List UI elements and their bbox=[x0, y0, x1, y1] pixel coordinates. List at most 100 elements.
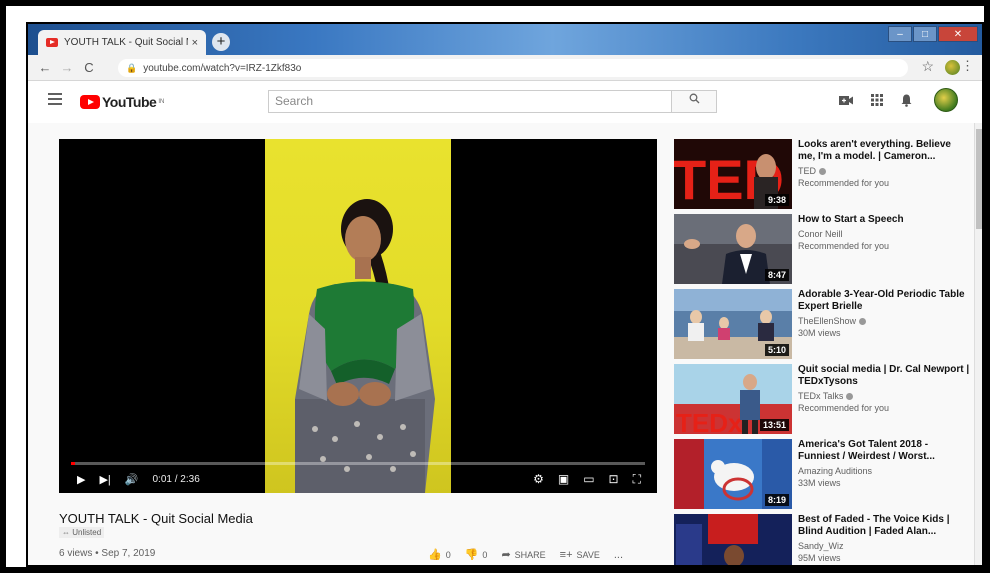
video-frame bbox=[265, 139, 451, 493]
rec-sub: Recommended for you bbox=[798, 241, 890, 251]
rec-sub: Recommended for you bbox=[798, 178, 890, 188]
back-icon[interactable]: ← bbox=[34, 60, 56, 75]
account-avatar[interactable] bbox=[934, 88, 958, 112]
maximize-button[interactable]: □ bbox=[913, 26, 937, 42]
rec-sub: 33M views bbox=[798, 478, 841, 488]
profile-icon[interactable] bbox=[945, 60, 960, 75]
youtube-logo[interactable]: YouTube IN bbox=[80, 94, 164, 110]
screenshot-frame: YOUTH TALK - Quit Social Media × + – □ ✕… bbox=[0, 0, 990, 573]
save-button[interactable]: ≡+ SAVE bbox=[560, 549, 600, 561]
rec-sub: 30M views bbox=[798, 328, 841, 338]
video-thumbnail[interactable]: TED 9:38 bbox=[674, 139, 792, 209]
video-title: YOUTH TALK - Quit Social Media bbox=[59, 511, 253, 526]
share-arrow-icon: ➦ bbox=[501, 549, 511, 561]
video-thumbnail[interactable]: TEDx 13:51 bbox=[674, 364, 792, 434]
progress-bar[interactable] bbox=[71, 462, 645, 465]
address-bar-row: ← → C 🔒 youtube.com/watch?v=IRZ-1Zkf83o ☆… bbox=[28, 55, 982, 81]
video-duration: 8:19 bbox=[764, 494, 789, 506]
rec-title[interactable]: Quit social media | Dr. Cal Newport | TE… bbox=[798, 364, 970, 388]
progress-fill bbox=[71, 462, 76, 465]
video-duration: 13:51 bbox=[759, 419, 789, 431]
reload-icon[interactable]: C bbox=[78, 60, 100, 75]
dislike-button[interactable]: 👎 0 bbox=[465, 548, 488, 561]
unlisted-badge: ⇔ Unlisted bbox=[59, 527, 105, 538]
share-button[interactable]: ➦ SHARE bbox=[501, 548, 545, 561]
video-player[interactable]: ▶ ▶| 🔊 0:01 / 2:36 ⚙ ▣ ▭ ⊡ ⛶ bbox=[59, 139, 657, 493]
browser-menu-icon[interactable]: ⋮ bbox=[961, 58, 974, 74]
create-video-icon[interactable] bbox=[839, 94, 853, 110]
tab-close-icon[interactable]: × bbox=[192, 37, 198, 49]
url-text: youtube.com/watch?v=IRZ-1Zkf83o bbox=[143, 63, 302, 74]
rec-channel: Amazing Auditions bbox=[798, 466, 873, 476]
scrollbar-thumb[interactable] bbox=[976, 129, 982, 229]
recommendation-card[interactable]: Best of Faded - The Voice Kids | Blind A… bbox=[674, 514, 974, 565]
recommendation-card[interactable]: 8:19 America's Got Talent 2018 - Funnies… bbox=[674, 439, 974, 509]
time-display: 0:01 / 2:36 bbox=[152, 473, 200, 485]
video-thumbnail[interactable]: 8:19 bbox=[674, 439, 792, 509]
rec-channel: Conor Neill bbox=[798, 229, 843, 239]
rec-sub: 95M views bbox=[798, 553, 841, 563]
rec-title[interactable]: Looks aren't everything. Believe me, I'm… bbox=[798, 139, 970, 163]
search-input[interactable]: Search bbox=[268, 90, 672, 113]
cast-icon[interactable]: ⊡ bbox=[609, 472, 619, 487]
youtube-play-icon bbox=[80, 95, 100, 109]
apps-grid-icon[interactable] bbox=[871, 94, 883, 110]
theater-mode-icon[interactable]: ▭ bbox=[583, 472, 594, 487]
minimize-button[interactable]: – bbox=[888, 26, 912, 42]
hamburger-menu-icon[interactable] bbox=[48, 93, 62, 108]
thumbs-up-icon: 👍 bbox=[428, 549, 442, 561]
recommendation-card[interactable]: TED 9:38 Looks aren't everything. Believ… bbox=[674, 139, 974, 209]
video-actions: 👍 0 👎 0 ➦ SHARE ≡+ SAVE ... bbox=[428, 548, 623, 562]
video-thumbnail[interactable] bbox=[674, 514, 792, 565]
next-icon[interactable]: ▶| bbox=[99, 473, 110, 486]
rec-title[interactable]: Best of Faded - The Voice Kids | Blind A… bbox=[798, 514, 970, 538]
notifications-bell-icon[interactable] bbox=[901, 94, 912, 110]
youtube-header: YouTube IN Search bbox=[28, 81, 982, 123]
volume-icon[interactable]: 🔊 bbox=[125, 473, 139, 486]
verified-icon bbox=[859, 318, 867, 326]
link-icon: ⇔ bbox=[62, 528, 73, 537]
video-thumbnail[interactable]: 8:47 bbox=[674, 214, 792, 284]
rec-title[interactable]: How to Start a Speech bbox=[798, 214, 970, 226]
tab-title: YOUTH TALK - Quit Social Media bbox=[64, 37, 188, 48]
thumbs-down-icon: 👎 bbox=[464, 549, 479, 561]
browser-tab[interactable]: YOUTH TALK - Quit Social Media × bbox=[38, 30, 206, 55]
video-duration: 9:38 bbox=[764, 194, 789, 206]
fullscreen-icon[interactable]: ⛶ bbox=[633, 472, 641, 487]
logo-text: YouTube bbox=[102, 94, 157, 110]
page-scrollbar[interactable] bbox=[974, 123, 982, 565]
logo-region: IN bbox=[158, 99, 165, 105]
video-duration: 5:10 bbox=[764, 344, 789, 356]
url-field[interactable]: 🔒 youtube.com/watch?v=IRZ-1Zkf83o bbox=[118, 59, 908, 77]
header-icons bbox=[839, 94, 912, 110]
rec-channel: TEDx Talks bbox=[798, 391, 970, 402]
play-icon[interactable]: ▶ bbox=[77, 473, 85, 486]
close-window-button[interactable]: ✕ bbox=[938, 26, 978, 42]
forward-icon[interactable]: → bbox=[56, 60, 78, 75]
rec-channel: Sandy_Wiz bbox=[798, 541, 844, 551]
settings-gear-icon[interactable]: ⚙ bbox=[533, 472, 544, 487]
rec-title[interactable]: America's Got Talent 2018 - Funniest / W… bbox=[798, 439, 970, 463]
video-thumbnail[interactable]: 5:10 bbox=[674, 289, 792, 359]
speaker-figure bbox=[295, 199, 435, 493]
playlist-add-icon: ≡+ bbox=[559, 548, 573, 561]
rec-title[interactable]: Adorable 3-Year-Old Periodic Table Exper… bbox=[798, 289, 970, 313]
recommendation-card[interactable]: 8:47 How to Start a Speech Conor Neill R… bbox=[674, 214, 974, 284]
rec-channel: TheEllenShow bbox=[798, 316, 970, 327]
bookmark-star-icon[interactable]: ☆ bbox=[921, 58, 934, 75]
more-actions-button[interactable]: ... bbox=[614, 549, 623, 561]
rec-sub: Recommended for you bbox=[798, 403, 890, 413]
tab-strip: YOUTH TALK - Quit Social Media × + – □ ✕ bbox=[28, 24, 982, 55]
new-tab-button[interactable]: + bbox=[212, 33, 230, 51]
search-button[interactable] bbox=[671, 90, 717, 113]
recommendation-card[interactable]: 5:10 Adorable 3-Year-Old Periodic Table … bbox=[674, 289, 974, 359]
recommendation-card[interactable]: TEDx 13:51 Quit social media | Dr. Cal N… bbox=[674, 364, 974, 434]
verified-icon bbox=[819, 168, 826, 176]
miniplayer-icon[interactable]: ▣ bbox=[558, 472, 569, 487]
browser-window: YOUTH TALK - Quit Social Media × + – □ ✕… bbox=[26, 22, 984, 567]
svg-text:TEDx: TEDx bbox=[676, 408, 743, 434]
like-button[interactable]: 👍 0 bbox=[428, 548, 451, 561]
verified-icon bbox=[846, 393, 854, 401]
lock-icon: 🔒 bbox=[126, 63, 138, 73]
player-controls: ▶ ▶| 🔊 0:01 / 2:36 ⚙ ▣ ▭ ⊡ ⛶ bbox=[59, 467, 657, 491]
